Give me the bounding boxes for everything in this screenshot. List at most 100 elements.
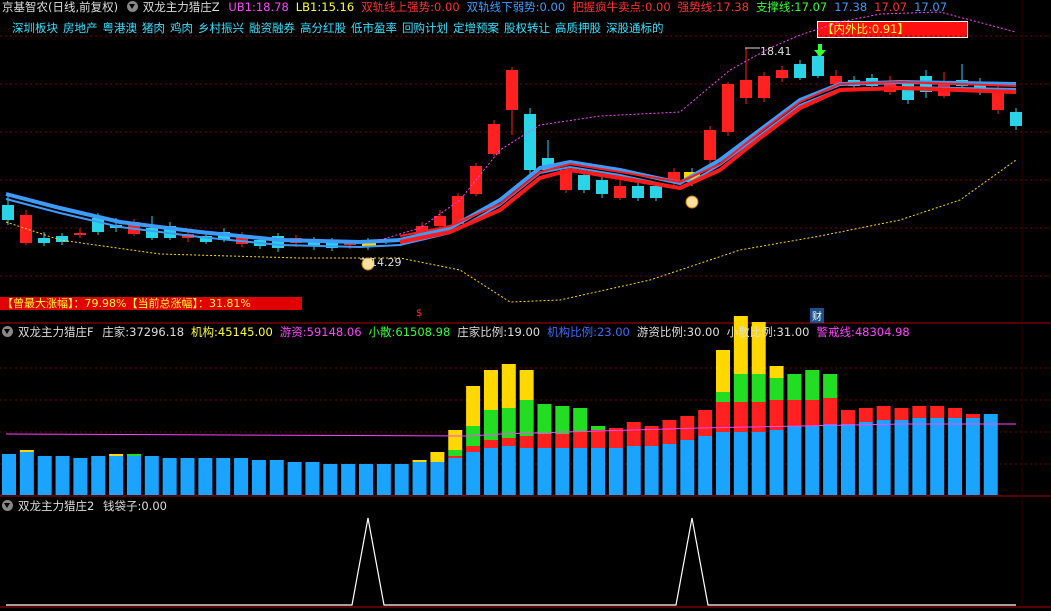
candle-body bbox=[650, 186, 662, 198]
panel2-item-6: 游资比例:30.00 bbox=[636, 325, 720, 339]
volume-bar-green bbox=[537, 404, 552, 434]
volume-bar-blue bbox=[519, 448, 534, 495]
volume-bar-red bbox=[466, 446, 481, 452]
volume-bar-blue bbox=[948, 418, 963, 495]
volume-bar-green bbox=[751, 374, 766, 402]
panel3-values: 钱袋子:0.00 bbox=[103, 499, 174, 513]
panel2-item-1: 机构:45145.00 bbox=[191, 325, 273, 339]
volume-bar-blue bbox=[483, 448, 498, 495]
volume-bar-red bbox=[858, 408, 873, 422]
volume-bar-red bbox=[965, 414, 980, 418]
volume-bar-blue bbox=[680, 440, 695, 495]
panel2-values: 庄家:37296.18 机构:45145.00 游资:59148.06 小散:6150… bbox=[102, 325, 916, 339]
volume-bar-green bbox=[573, 408, 588, 432]
candle-body bbox=[524, 114, 536, 170]
volume-bar-red bbox=[948, 408, 963, 418]
panel3-item-0: 钱袋子:0.00 bbox=[102, 499, 167, 513]
candle-body bbox=[722, 84, 734, 132]
volume-bar-blue bbox=[573, 448, 588, 495]
volume-bar-blue bbox=[162, 458, 177, 495]
volume-bar-yellow bbox=[412, 460, 427, 462]
candle-body bbox=[632, 186, 644, 198]
volume-bar-blue bbox=[287, 462, 302, 495]
panel3-indicator-name[interactable]: 双龙主力猎庄2 bbox=[18, 499, 94, 513]
volume-bar-blue bbox=[359, 464, 373, 495]
volume-bar-green bbox=[519, 400, 534, 436]
volume-bar-blue bbox=[787, 426, 802, 495]
volume-bar-red bbox=[698, 410, 713, 436]
volume-bar-blue bbox=[876, 420, 891, 495]
volume-bar-green bbox=[805, 370, 820, 400]
volume-bar-blue bbox=[769, 430, 784, 495]
buy-arrow-icon bbox=[814, 44, 826, 57]
panel2-item-8: 警戒线:48304.98 bbox=[816, 325, 910, 339]
candle-body bbox=[758, 76, 770, 98]
candle-body bbox=[794, 64, 806, 78]
volume-bar-yellow bbox=[483, 370, 498, 410]
panel2-item-3: 小散:61508.98 bbox=[368, 325, 451, 339]
volume-bar-green bbox=[716, 392, 730, 402]
volume-bar-blue bbox=[840, 424, 855, 495]
volume-bar-yellow bbox=[519, 370, 534, 400]
candle-body bbox=[596, 180, 608, 194]
volume-bar-red bbox=[876, 406, 891, 420]
volume-bar-red bbox=[448, 456, 463, 458]
volume-bar-blue bbox=[805, 426, 820, 495]
volume-bar-green bbox=[483, 410, 498, 440]
volume-bar-red bbox=[501, 438, 516, 446]
volume-bar-red bbox=[894, 408, 909, 420]
volume-bar-blue bbox=[234, 458, 249, 495]
volume-bar-blue bbox=[912, 418, 927, 495]
volume-bar-red bbox=[662, 420, 677, 444]
volume-bar-blue bbox=[626, 446, 641, 495]
volume-bar-red bbox=[769, 400, 784, 430]
volume-bar-yellow bbox=[466, 386, 481, 426]
volume-bar-green bbox=[555, 406, 570, 434]
volume-bar-blue bbox=[109, 456, 124, 495]
volume-bar-blue bbox=[394, 464, 409, 495]
volume-bar-blue bbox=[965, 418, 980, 495]
volume-bar-yellow bbox=[716, 350, 730, 392]
volume-bar-red bbox=[823, 398, 838, 424]
volume-bar-blue bbox=[466, 452, 481, 495]
volume-bar-yellow bbox=[430, 452, 445, 462]
volume-bar-blue bbox=[983, 414, 998, 495]
volume-bar-blue bbox=[269, 460, 284, 495]
volume-bar-blue bbox=[412, 462, 427, 495]
volume-bar-green bbox=[448, 450, 463, 456]
volume-bar-red bbox=[555, 434, 570, 448]
candle-body bbox=[1010, 112, 1022, 126]
candle-body bbox=[614, 186, 626, 198]
volume-bar-yellow bbox=[769, 366, 784, 378]
candle-body bbox=[56, 236, 68, 242]
volume-bar-red bbox=[591, 430, 606, 448]
volume-bar-blue bbox=[751, 432, 766, 495]
volume-bar-blue bbox=[144, 456, 159, 495]
volume-bar-yellow bbox=[448, 430, 463, 450]
panel2-item-0: 庄家:37296.18 bbox=[102, 325, 185, 339]
panel2-indicator-name[interactable]: 双龙主力猎庄F bbox=[18, 325, 94, 339]
candle-body bbox=[704, 130, 716, 160]
candle-body bbox=[776, 70, 788, 78]
panel2-item-4: 庄家比例:19.00 bbox=[457, 325, 541, 339]
panel2-item-5: 机构比例:23.00 bbox=[547, 325, 630, 339]
volume-bar-green bbox=[591, 426, 606, 430]
volume-bar-blue bbox=[323, 464, 338, 495]
volume-bar-red bbox=[805, 400, 820, 426]
volume-bar-blue bbox=[858, 422, 873, 495]
volume-bar-blue bbox=[37, 456, 52, 495]
volume-bar-blue bbox=[644, 446, 659, 495]
volume-bar-blue bbox=[894, 420, 909, 495]
indicator-menu-icon[interactable] bbox=[2, 326, 13, 337]
low-price-label: 14.29 bbox=[370, 256, 402, 269]
panel2-header-row: 双龙主力猎庄F 庄家:37296.18 机构:45145.00 游资:59148.0… bbox=[2, 325, 922, 339]
volume-bar-blue bbox=[305, 462, 320, 495]
volume-bar-blue bbox=[930, 418, 945, 495]
volume-bar-blue bbox=[126, 456, 141, 495]
price-chart[interactable] bbox=[0, 0, 1051, 611]
volume-bar-red bbox=[787, 400, 802, 426]
volume-bar-blue bbox=[430, 462, 445, 495]
indicator-menu-icon[interactable] bbox=[2, 500, 13, 511]
candle-body bbox=[578, 175, 590, 190]
volume-bar-yellow bbox=[109, 454, 124, 456]
